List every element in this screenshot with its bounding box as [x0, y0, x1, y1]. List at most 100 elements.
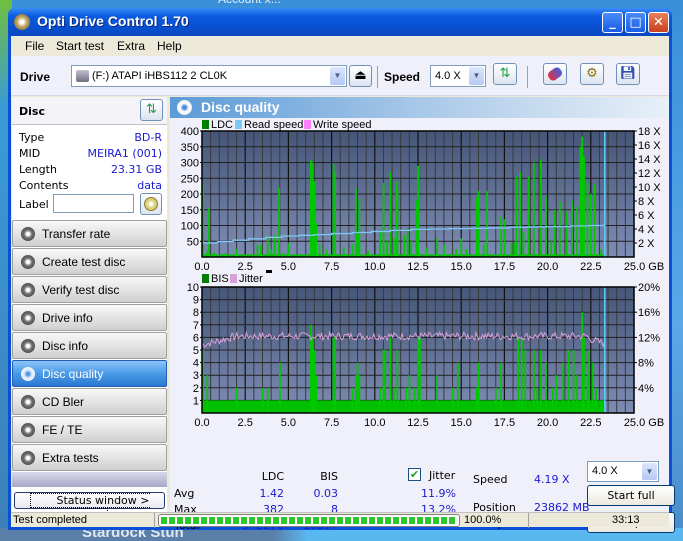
client-area: File Start test Extra Help Drive (F:) AT…: [11, 36, 675, 533]
sidebar-item-label: Extra tests: [42, 451, 99, 465]
progress-text: 100.0%: [464, 514, 502, 526]
refresh-icon: ⇅: [499, 66, 511, 81]
sidebar-item-fe-te[interactable]: FE / TE: [12, 416, 167, 443]
disc-label-button[interactable]: [140, 193, 162, 215]
drive-icon: [76, 70, 89, 82]
sidebar-item-disc-info[interactable]: Disc info: [12, 332, 167, 359]
minimize-button[interactable]: _: [602, 12, 623, 33]
disc-info-icon: [21, 339, 35, 353]
toolbar-separator: [377, 66, 378, 88]
menu-start-test[interactable]: Start test: [56, 39, 104, 53]
speed-select-value: 4.0 X: [435, 70, 461, 82]
disc-contents-value: data: [137, 179, 162, 192]
refresh-icon: ⇅: [146, 102, 157, 117]
disc-mid-label: MID: [19, 147, 41, 160]
test-speed-select-value: 4.0 X: [592, 465, 618, 477]
menu-bar: File Start test Extra Help: [11, 36, 669, 56]
speed-stat-label: Speed: [473, 473, 508, 486]
status-separator: [154, 513, 155, 528]
maximize-button[interactable]: □: [625, 12, 646, 33]
disc-type-row: Type BD-R: [19, 131, 162, 147]
menu-help[interactable]: Help: [157, 39, 182, 53]
drive-label: Drive: [20, 70, 51, 84]
speed-label: Speed: [384, 70, 421, 84]
sidebar-spacer: [12, 472, 167, 487]
disc-header: Disc ⇅: [12, 97, 167, 125]
title-bar[interactable]: Opti Drive Control 1.70 _ □ ✕: [8, 8, 672, 36]
disc-quality-icon: [21, 367, 35, 381]
sidebar-item-transfer-rate[interactable]: Transfer rate: [12, 220, 167, 247]
sidebar-item-verify-test-disc[interactable]: Verify test disc: [12, 276, 167, 303]
status-window-button[interactable]: Status window > >: [14, 492, 165, 523]
disc-header-label: Disc: [19, 105, 45, 118]
chevron-down-icon[interactable]: ▼: [642, 463, 657, 480]
drive-select[interactable]: (F:) ATAPI iHBS112 2 CL0K ▼: [71, 65, 347, 87]
sidebar-item-disc-quality[interactable]: Disc quality: [12, 360, 167, 387]
disc-length-value: 23.31 GB: [110, 163, 162, 176]
disc-mid-row: MID MEIRA1 (001): [19, 147, 162, 163]
app-disc-icon: [14, 14, 30, 30]
jitter-checkbox[interactable]: ✔: [408, 468, 421, 481]
eject-button[interactable]: ⏏: [349, 65, 372, 87]
disc-type-label: Type: [19, 131, 45, 144]
disc-contents-label: Contents: [19, 179, 69, 192]
drive-select-value: (F:) ATAPI iHBS112 2 CL0K: [92, 70, 228, 82]
disc-length-row: Length 23.31 GB: [19, 163, 162, 179]
erase-button[interactable]: [543, 63, 567, 85]
menu-file[interactable]: File: [25, 39, 44, 53]
elapsed-time: 33:13: [612, 514, 640, 526]
create-disc-icon: [21, 255, 35, 269]
toolbar: Drive (F:) ATAPI iHBS112 2 CL0K ▼ ⏏ Spee…: [11, 56, 669, 96]
desktop-window-caption: Account x...: [218, 0, 281, 6]
cd-icon: [144, 197, 158, 211]
refresh-button[interactable]: ⇅: [493, 63, 517, 85]
erase-icon: [546, 65, 564, 83]
cd-bler-icon: [21, 395, 35, 409]
eject-icon: ⏏: [354, 68, 367, 83]
sidebar-item-label: Disc quality: [42, 367, 104, 381]
sidebar-item-label: Verify test disc: [42, 283, 120, 297]
disc-label-label: Label: [19, 198, 49, 211]
sidebar-item-extra-tests[interactable]: Extra tests: [12, 444, 167, 471]
close-button[interactable]: ✕: [648, 12, 669, 33]
progress-fill: [161, 517, 457, 524]
drive-info-icon: [21, 311, 35, 325]
chevron-down-icon[interactable]: ▼: [330, 67, 345, 85]
verify-disc-icon: [21, 283, 35, 297]
speed-stat-value: 4.19 X: [534, 473, 570, 486]
progress-bar: [158, 514, 460, 527]
start-full-button[interactable]: Start full: [587, 485, 675, 506]
sidebar-item-label: Drive info: [42, 311, 93, 325]
status-bar: Test completed 100.0% 33:13: [11, 512, 669, 528]
fe-te-icon: [21, 423, 35, 437]
stats-overlay: Total 542276 10877: [170, 97, 669, 532]
extra-tests-icon: [21, 451, 35, 465]
sidebar-item-label: Transfer rate: [42, 227, 111, 241]
left-panel: Disc ⇅ Type BD-R MID MEIRA1 (001) Length…: [12, 97, 167, 523]
jitter-checkbox-label: Jitter: [429, 469, 456, 482]
chevron-down-icon[interactable]: ▼: [469, 67, 484, 85]
toolbar-separator: [527, 66, 528, 88]
speed-select[interactable]: 4.0 X ▼: [430, 65, 486, 87]
disc-type-value: BD-R: [134, 131, 162, 144]
disc-refresh-button[interactable]: ⇅: [140, 99, 163, 121]
disc-mid-value: MEIRA1 (001): [87, 147, 162, 160]
sidebar-item-label: CD Bler: [42, 395, 85, 409]
sidebar-item-cd-bler[interactable]: CD Bler: [12, 388, 167, 415]
transfer-rate-icon: [21, 227, 35, 241]
status-separator: [528, 513, 529, 528]
app-window: Opti Drive Control 1.70 _ □ ✕ File Start…: [8, 8, 675, 533]
save-button[interactable]: 💾︎: [616, 63, 640, 85]
sidebar-item-label: FE / TE: [42, 423, 83, 437]
disc-length-label: Length: [19, 163, 57, 176]
settings-icon: ⚙: [586, 66, 598, 81]
sidebar-item-label: Disc info: [42, 339, 89, 353]
sidebar-item-drive-info[interactable]: Drive info: [12, 304, 167, 331]
status-text: Test completed: [13, 514, 87, 526]
settings-button[interactable]: ⚙: [580, 63, 604, 85]
sidebar-item-label: Create test disc: [42, 255, 126, 269]
menu-extra[interactable]: Extra: [117, 39, 145, 53]
test-speed-select[interactable]: 4.0 X ▼: [587, 461, 659, 482]
sidebar-item-create-test-disc[interactable]: Create test disc: [12, 248, 167, 275]
disc-label-input[interactable]: [53, 194, 134, 213]
